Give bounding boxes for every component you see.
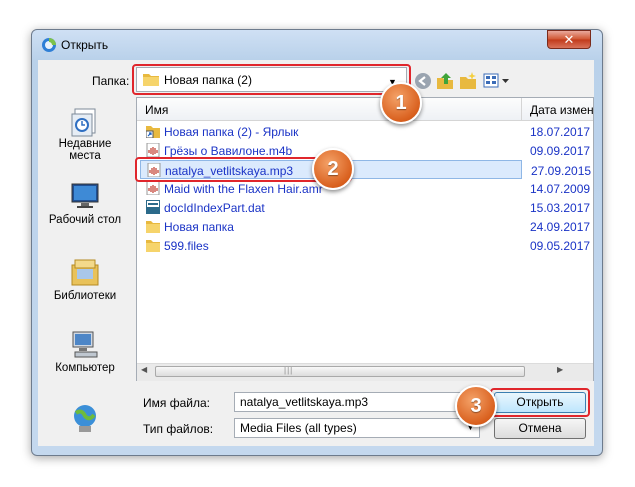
place-label-libraries[interactable]: Библиотеки <box>45 290 125 302</box>
callout-badge-1: 1 <box>380 82 422 124</box>
file-list-header <box>137 98 593 121</box>
file-date: 15.03.2017 ... <box>530 201 590 215</box>
file-name: Грёзы о Вавилоне.m4b <box>164 144 293 158</box>
place-label-desktop[interactable]: Рабочий стол <box>45 214 125 226</box>
desktop-icon[interactable] <box>69 180 101 212</box>
grip-icon: ||| <box>284 366 294 375</box>
highlight-box-folder <box>132 64 411 95</box>
window-title: Открыть <box>61 38 109 52</box>
shortcut-icon <box>145 124 160 139</box>
filetype-select[interactable]: Media Files (all types) <box>234 418 480 438</box>
file-row[interactable]: 599.files 09.05.2017 ... <box>140 236 590 255</box>
places-bar: Недавние места Рабочий стол Библиотеки К… <box>45 96 125 446</box>
callout-badge-3: 3 <box>455 385 497 427</box>
folder-icon <box>146 238 160 252</box>
libraries-icon[interactable] <box>69 256 101 288</box>
file-name: Новая папка <box>164 220 234 234</box>
app-icon <box>41 37 57 53</box>
close-button[interactable]: ✕ <box>547 30 591 49</box>
dat-file-icon <box>146 200 160 214</box>
file-name: 599.files <box>164 239 209 253</box>
filetype-label: Тип файлов: <box>143 422 214 436</box>
recent-places-icon[interactable] <box>69 106 101 138</box>
network-icon[interactable] <box>69 402 101 434</box>
file-name: Maid with the Flaxen Hair.amr <box>164 182 323 196</box>
filename-input[interactable]: natalya_vetlitskaya.mp3 <box>234 392 480 412</box>
audio-icon <box>146 180 160 196</box>
column-header-date[interactable]: Дата измен <box>530 103 594 117</box>
column-header-name[interactable]: Имя <box>145 103 168 117</box>
file-row[interactable]: Новая папка 24.09.2017 ... <box>140 217 590 236</box>
file-date: 09.09.2017 ... <box>530 144 590 158</box>
column-separator[interactable] <box>521 98 522 120</box>
computer-icon[interactable] <box>69 328 101 360</box>
place-label-computer[interactable]: Компьютер <box>45 362 125 374</box>
folder-label: Папка: <box>92 74 130 88</box>
file-name: docIdIndexPart.dat <box>164 201 265 215</box>
horizontal-scrollbar-thumb[interactable] <box>155 366 525 377</box>
file-date: 18.07.2017 ... <box>530 125 590 139</box>
view-menu-icon[interactable] <box>483 72 511 90</box>
back-icon[interactable] <box>414 72 432 90</box>
up-folder-icon[interactable] <box>436 72 454 90</box>
audio-icon <box>146 142 160 158</box>
new-folder-icon[interactable] <box>459 72 477 90</box>
file-date: 24.09.2017 ... <box>530 220 590 234</box>
file-row[interactable]: Новая папка (2) - Ярлык 18.07.2017 ... <box>140 122 590 141</box>
callout-badge-2: 2 <box>312 148 354 190</box>
filetype-select-value: Media Files (all types) <box>240 421 357 435</box>
folder-icon <box>146 219 160 233</box>
file-date: 09.05.2017 ... <box>530 239 590 253</box>
file-date: 14.07.2009 ... <box>530 182 590 196</box>
highlight-box-open <box>490 388 590 417</box>
scroll-left-icon[interactable]: ◀ <box>141 365 147 374</box>
scroll-right-icon[interactable]: ▶ <box>557 365 563 374</box>
filename-label: Имя файла: <box>143 396 210 410</box>
cancel-button[interactable]: Отмена <box>494 418 586 439</box>
file-date: 27.09.2015 ... <box>531 164 591 178</box>
place-label-recent[interactable]: Недавние места <box>45 138 125 162</box>
file-name: Новая папка (2) - Ярлык <box>164 125 299 139</box>
file-row[interactable]: docIdIndexPart.dat 15.03.2017 ... <box>140 198 590 217</box>
